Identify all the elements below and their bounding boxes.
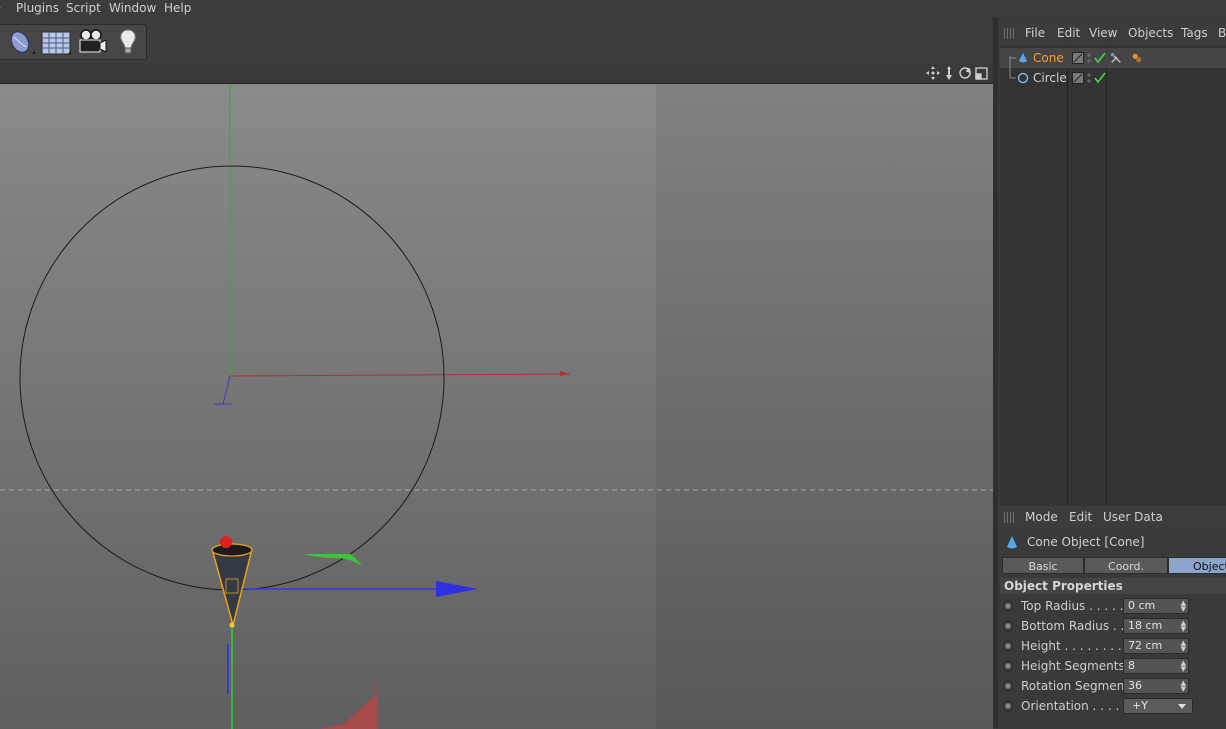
tab-object[interactable]: Object bbox=[1168, 557, 1226, 574]
property-height: Height . . . . . . . . . . 72 cm ▲ ▼ bbox=[998, 637, 1226, 657]
attribute-tabs: Basic Coord. Object bbox=[1002, 557, 1226, 574]
protection-tag-icon[interactable] bbox=[1110, 52, 1122, 64]
height-input[interactable]: 72 cm ▲ ▼ bbox=[1123, 638, 1189, 654]
spinner-icon[interactable]: ▲ ▼ bbox=[1181, 620, 1186, 633]
camera-icon[interactable] bbox=[76, 27, 108, 57]
spinner-icon[interactable]: ▲ ▼ bbox=[1181, 640, 1186, 653]
viewport[interactable] bbox=[0, 83, 993, 729]
animate-radio-icon[interactable] bbox=[1003, 601, 1013, 611]
property-bottom-radius: Bottom Radius . . . 18 cm ▲ ▼ bbox=[998, 617, 1226, 637]
om-menu-objects[interactable]: Objects bbox=[1128, 26, 1173, 40]
top-radius-input[interactable]: 0 cm ▲ ▼ bbox=[1123, 598, 1189, 614]
property-rotation-segments: Rotation Segments 36 ▲ ▼ bbox=[998, 677, 1226, 697]
tab-coord[interactable]: Coord. bbox=[1084, 557, 1168, 574]
om-column-divider bbox=[1067, 46, 1068, 522]
menu-window[interactable]: Window bbox=[109, 1, 156, 15]
cone-x-arrow bbox=[436, 581, 478, 597]
circle-spline-icon bbox=[1017, 72, 1029, 84]
world-x-axis bbox=[229, 373, 571, 377]
light-icon[interactable] bbox=[112, 27, 144, 57]
circle-spline bbox=[19, 165, 445, 591]
menu-overflow: · bbox=[0, 1, 2, 15]
property-label: Rotation Segments bbox=[1021, 679, 1136, 693]
animate-radio-icon[interactable] bbox=[1003, 701, 1013, 711]
move-view-icon bbox=[926, 66, 940, 80]
viewport-navigation[interactable] bbox=[925, 65, 989, 81]
maximize-view-icon bbox=[975, 67, 988, 80]
property-label: Top Radius . . . . . . bbox=[1021, 599, 1132, 613]
om-menu-file[interactable]: File bbox=[1025, 26, 1045, 40]
cone-red-handle bbox=[220, 536, 232, 548]
viewport-scene[interactable] bbox=[0, 84, 993, 729]
height-segments-input[interactable]: 8 ▲ ▼ bbox=[1123, 658, 1189, 674]
spinner-icon[interactable]: ▲ ▼ bbox=[1181, 660, 1186, 673]
om-menu-view[interactable]: View bbox=[1089, 26, 1117, 40]
world-x-arrow bbox=[560, 371, 570, 376]
toolbar-group bbox=[0, 24, 147, 60]
object-manager: File Edit View Objects Tags B Cone Circl… bbox=[998, 22, 1226, 522]
object-row-circle[interactable]: Circle bbox=[1000, 68, 1226, 88]
tab-basic[interactable]: Basic bbox=[1002, 557, 1084, 574]
property-label: Orientation . . . . . . bbox=[1021, 699, 1135, 713]
rotation-segments-input[interactable]: 36 ▲ ▼ bbox=[1123, 678, 1189, 694]
cone-icon bbox=[1007, 536, 1017, 549]
menu-plugins[interactable]: Plugins bbox=[16, 1, 59, 15]
chevron-down-icon bbox=[1178, 704, 1186, 709]
animate-radio-icon[interactable] bbox=[1003, 621, 1013, 631]
spinner-icon[interactable]: ▲ ▼ bbox=[1181, 680, 1186, 693]
orientation-select[interactable]: +Y bbox=[1123, 698, 1193, 714]
bottom-radius-input[interactable]: 18 cm ▲ ▼ bbox=[1123, 618, 1189, 634]
enabled-check-icon[interactable] bbox=[1094, 72, 1106, 84]
menu-script[interactable]: Script bbox=[66, 1, 101, 15]
floor-grid-icon[interactable] bbox=[40, 27, 72, 57]
object-manager-menu: File Edit View Objects Tags B bbox=[998, 22, 1226, 44]
am-menu-mode[interactable]: Mode bbox=[1025, 510, 1058, 524]
visibility-toggle-icon[interactable] bbox=[1072, 52, 1084, 64]
world-z-axis bbox=[222, 375, 231, 405]
material-tag-icon[interactable] bbox=[1131, 52, 1143, 64]
menubar: · Plugins Script Window Help bbox=[0, 0, 1226, 17]
cone-base bbox=[211, 543, 253, 557]
spinner-icon[interactable]: ▲ ▼ bbox=[1181, 600, 1186, 613]
grip-icon[interactable] bbox=[1004, 28, 1016, 39]
group-title: Object Properties bbox=[1000, 578, 1226, 594]
om-menu-tags[interactable]: Tags bbox=[1181, 26, 1208, 40]
viewport-header bbox=[0, 63, 995, 83]
deformer-icon[interactable] bbox=[4, 27, 36, 57]
attribute-title: Cone Object [Cone] bbox=[1027, 535, 1145, 549]
animate-radio-icon[interactable] bbox=[1003, 641, 1013, 651]
om-menu-edit[interactable]: Edit bbox=[1057, 26, 1080, 40]
animate-radio-icon[interactable] bbox=[1003, 681, 1013, 691]
enabled-check-icon[interactable] bbox=[1094, 52, 1106, 64]
om-column-divider bbox=[1106, 46, 1107, 522]
tree-line bbox=[1009, 56, 1016, 68]
property-label: Height Segments bbox=[1021, 659, 1125, 673]
am-menu-edit[interactable]: Edit bbox=[1069, 510, 1092, 524]
property-orientation: Orientation . . . . . . +Y bbox=[998, 697, 1226, 717]
cone-tip-point bbox=[229, 622, 235, 628]
menu-help[interactable]: Help bbox=[164, 1, 191, 15]
toolbar-strip bbox=[0, 17, 995, 63]
object-name[interactable]: Cone bbox=[1033, 51, 1064, 65]
cone-icon bbox=[1019, 53, 1027, 63]
attribute-manager-menu: Mode Edit User Data bbox=[998, 506, 1226, 528]
grip-icon[interactable] bbox=[1004, 512, 1016, 523]
property-height-segments: Height Segments 8 ▲ ▼ bbox=[998, 657, 1226, 677]
om-menu-more[interactable]: B bbox=[1218, 26, 1226, 40]
property-top-radius: Top Radius . . . . . . 0 cm ▲ ▼ bbox=[998, 597, 1226, 617]
object-name[interactable]: Circle bbox=[1033, 71, 1067, 85]
cone-plane-handle bbox=[318, 676, 378, 729]
property-label: Bottom Radius . . . bbox=[1021, 619, 1132, 633]
attribute-manager: Mode Edit User Data Cone Object [Cone] B… bbox=[998, 506, 1226, 728]
property-label: Height . . . . . . . . . . bbox=[1021, 639, 1137, 653]
tree-line bbox=[1009, 68, 1016, 79]
rotate-view-icon bbox=[959, 67, 971, 79]
object-row-cone[interactable]: Cone bbox=[1000, 48, 1226, 68]
zoom-view-icon bbox=[946, 66, 952, 80]
visibility-toggle-icon[interactable] bbox=[1072, 72, 1084, 84]
animate-radio-icon[interactable] bbox=[1003, 661, 1013, 671]
attribute-title-bar: Cone Object [Cone] bbox=[998, 530, 1226, 556]
am-menu-user-data[interactable]: User Data bbox=[1103, 510, 1163, 524]
object-list[interactable]: Cone Circle bbox=[1000, 46, 1226, 522]
